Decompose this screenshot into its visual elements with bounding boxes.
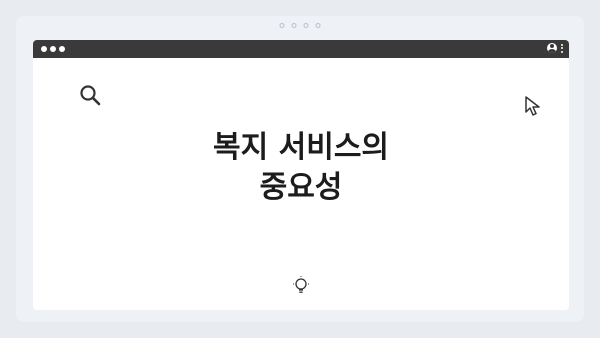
page-background: 복지 서비스의 중요성 [0,0,600,338]
page-dot[interactable] [303,23,309,28]
slide-title-line-2: 중요성 [259,170,343,205]
slide-title-line-1: 복지 서비스의 [212,130,390,165]
kebab-menu-icon[interactable] [561,43,563,53]
lightbulb-icon [293,276,309,293]
titlebar-actions [547,43,563,53]
window-control-dot[interactable] [50,46,56,52]
window-control-dot[interactable] [41,46,47,52]
carousel-indicator [279,23,321,28]
slide-content: 복지 서비스의 중요성 [33,58,569,310]
page-dot[interactable] [291,23,297,28]
page-dot[interactable] [279,23,285,28]
search-icon [80,85,101,106]
browser-window: 복지 서비스의 중요성 [33,40,569,310]
window-titlebar [33,40,569,58]
user-icon[interactable] [547,43,557,53]
cursor-icon [525,96,540,116]
page-dot[interactable] [315,23,321,28]
window-controls [41,46,65,52]
window-control-dot[interactable] [59,46,65,52]
slide-title: 복지 서비스의 중요성 [33,128,569,208]
